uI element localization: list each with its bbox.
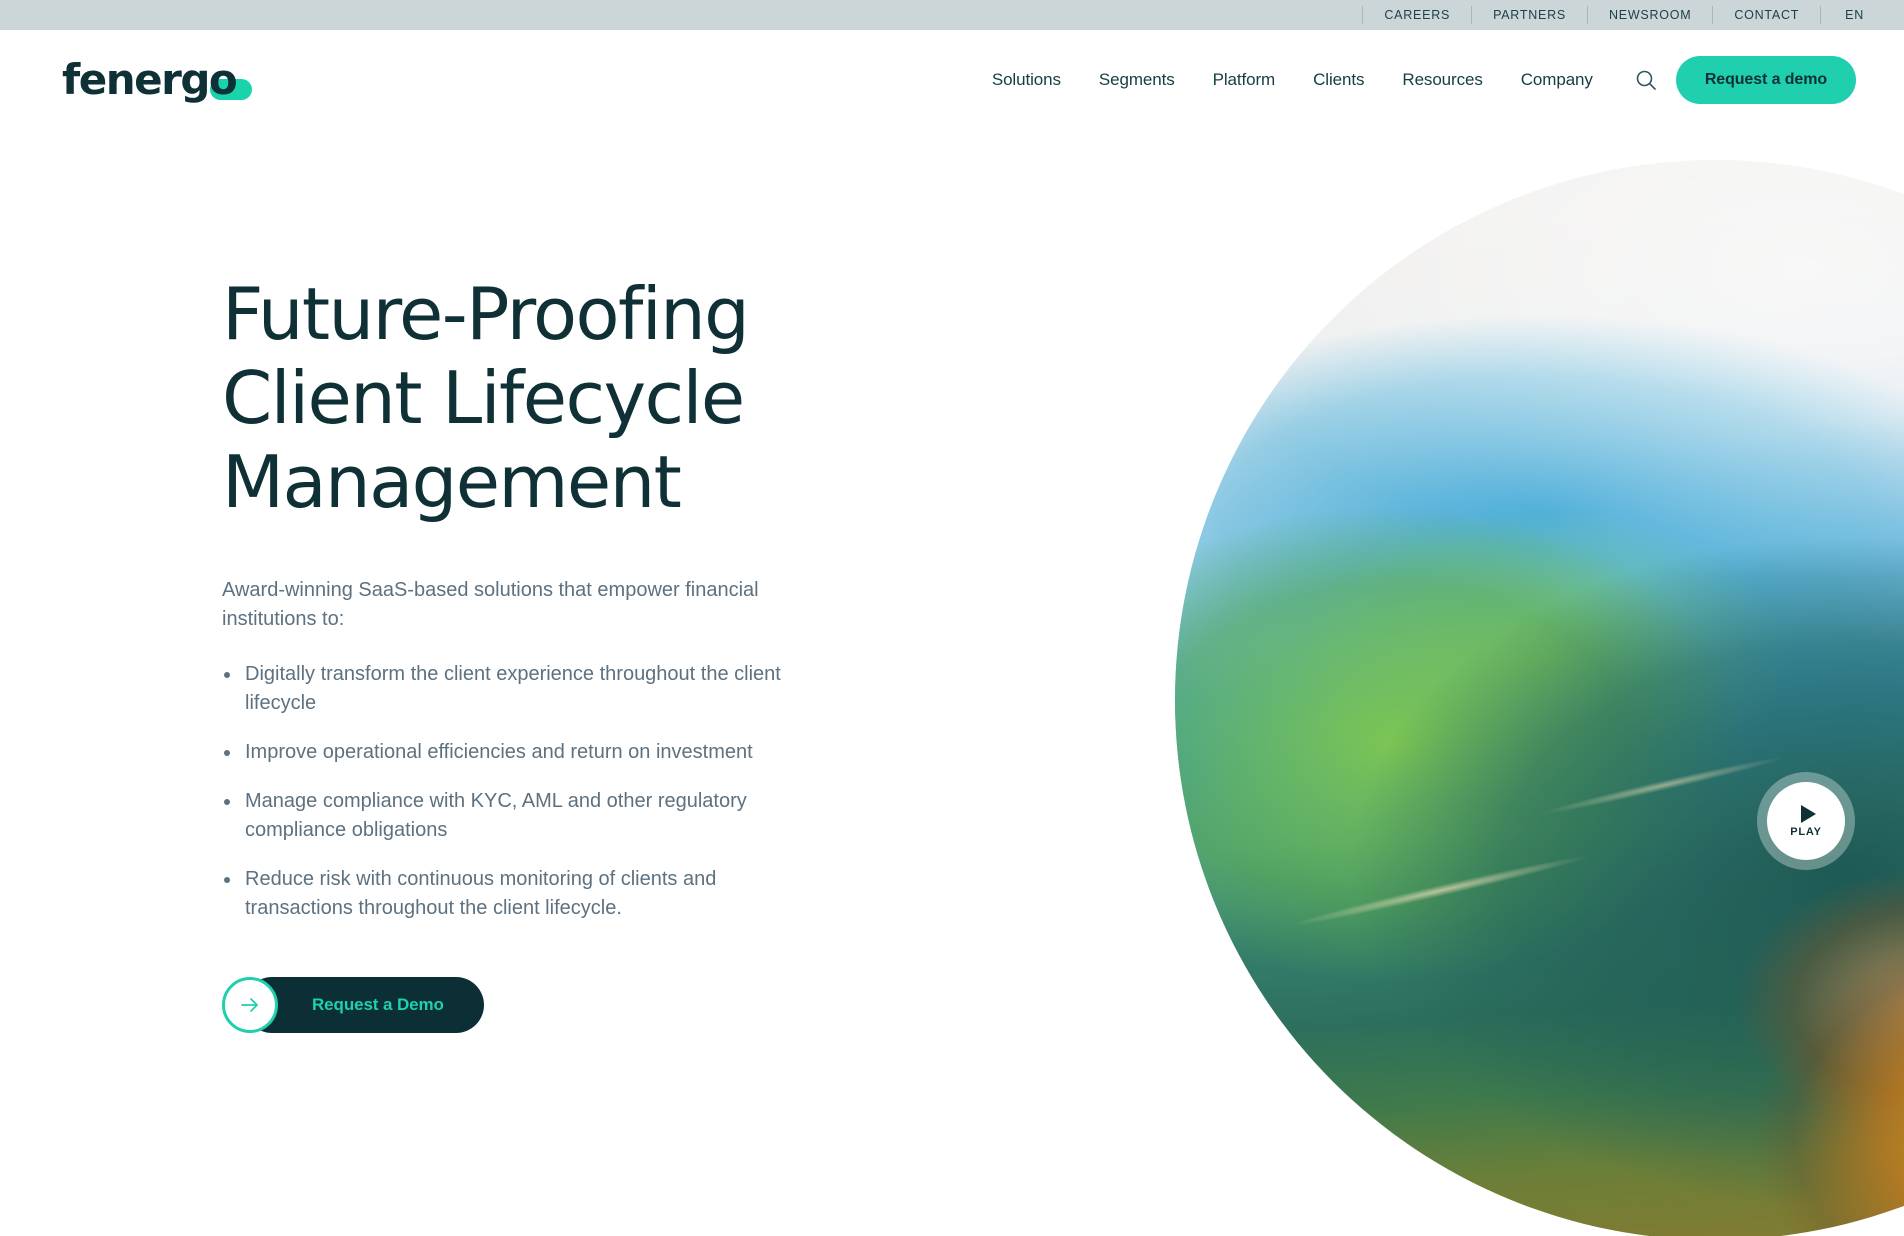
utility-nav: CAREERS PARTNERS NEWSROOM CONTACT EN: [1362, 0, 1882, 30]
utility-link-careers[interactable]: CAREERS: [1362, 6, 1473, 24]
list-item: Manage compliance with KYC, AML and othe…: [222, 787, 822, 845]
hero-lead-text: Award-winning SaaS-based solutions that …: [222, 579, 759, 630]
logo-wordmark: fenergo: [62, 55, 238, 104]
list-item: Reduce risk with continuous monitoring o…: [222, 865, 822, 923]
nav-item-solutions[interactable]: Solutions: [973, 70, 1080, 90]
nav-item-company[interactable]: Company: [1502, 70, 1612, 90]
list-item: Improve operational efficiencies and ret…: [222, 738, 822, 767]
utility-link-contact[interactable]: CONTACT: [1713, 6, 1822, 24]
photo-haze-overlay: [1175, 160, 1904, 1236]
hero-section: PLAY Future-Proofing Client Lifecycle Ma…: [0, 130, 1904, 1236]
page-title: Future-Proofing Client Lifecycle Managem…: [222, 272, 750, 524]
hero-benefits-list: Digitally transform the client experienc…: [222, 660, 902, 923]
language-selector[interactable]: EN: [1821, 6, 1882, 24]
utility-link-partners[interactable]: PARTNERS: [1472, 6, 1588, 24]
play-triangle-icon: [1800, 804, 1816, 823]
nav-item-clients[interactable]: Clients: [1294, 70, 1383, 90]
request-demo-header-button[interactable]: Request a demo: [1675, 56, 1856, 104]
cta-label: Request a Demo: [312, 995, 444, 1014]
cta-pill: Request a Demo: [244, 977, 484, 1033]
main-nav: Solutions Segments Platform Clients Reso…: [973, 56, 1856, 104]
nav-item-resources[interactable]: Resources: [1383, 70, 1501, 90]
hero-copy: Future-Proofing Client Lifecycle Managem…: [222, 272, 902, 1033]
hero-circular-image: [1175, 160, 1904, 1236]
nav-item-platform[interactable]: Platform: [1194, 70, 1295, 90]
list-item: Digitally transform the client experienc…: [222, 660, 822, 718]
search-button[interactable]: [1624, 58, 1668, 102]
play-video-button[interactable]: PLAY: [1757, 772, 1855, 870]
play-button-inner: PLAY: [1767, 782, 1845, 860]
nav-item-segments[interactable]: Segments: [1080, 70, 1194, 90]
cta-arrow-circle: [222, 977, 278, 1033]
request-demo-cta[interactable]: Request a Demo: [222, 977, 484, 1033]
fenergo-logo[interactable]: fenergo: [62, 55, 253, 104]
search-icon: [1636, 70, 1656, 90]
play-button-label: PLAY: [1790, 825, 1822, 838]
arrow-right-icon: [241, 998, 258, 1012]
utility-link-newsroom[interactable]: NEWSROOM: [1588, 6, 1714, 24]
utility-bar: CAREERS PARTNERS NEWSROOM CONTACT EN: [0, 0, 1904, 30]
site-header: fenergo Solutions Segments Platform Clie…: [0, 30, 1904, 130]
